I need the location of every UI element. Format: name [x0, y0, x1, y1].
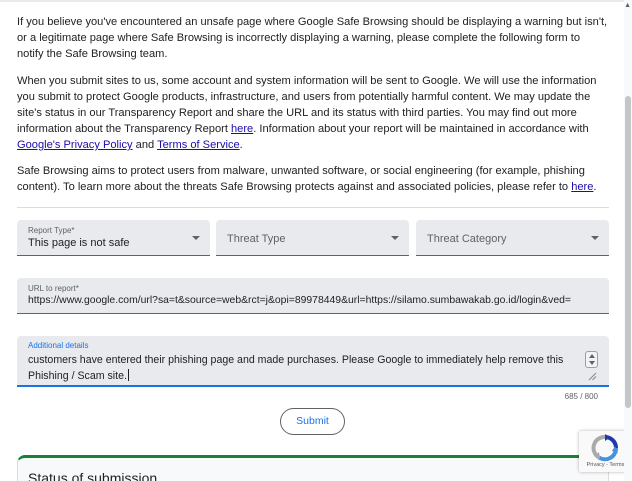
status-title: Status of submission	[28, 470, 158, 481]
textarea-scroll-spinner[interactable]	[585, 351, 598, 368]
threat-category-select[interactable]: Threat Category	[416, 220, 609, 256]
terms-of-service-link[interactable]: Terms of Service	[157, 139, 240, 151]
safe-browsing-report-page: If you believe you've encountered an uns…	[0, 0, 632, 481]
arrow-up-icon[interactable]	[589, 354, 595, 358]
transparency-report-link[interactable]: here	[231, 123, 253, 135]
page-scrollbar[interactable]: ▲	[624, 0, 632, 481]
arrow-down-icon[interactable]	[589, 361, 595, 365]
character-counter: 685 / 800	[564, 392, 598, 401]
additional-details-label: Additional details	[28, 341, 89, 350]
threat-type-placeholder: Threat Type	[227, 233, 286, 245]
section-divider	[17, 207, 609, 208]
submit-button[interactable]: Submit	[280, 408, 345, 435]
threat-type-select[interactable]: Threat Type	[216, 220, 409, 256]
paragraph-2-text-2: . Information about your report will be …	[253, 123, 589, 135]
report-type-select[interactable]: Report Type* This page is not safe	[17, 220, 210, 256]
report-type-value: This page is not safe	[28, 237, 130, 249]
recaptcha-icon	[591, 434, 618, 462]
additional-details-textarea[interactable]: customers have entered their phishing pa…	[28, 352, 580, 384]
scrollbar-thumb[interactable]	[625, 96, 631, 408]
additional-details-text: customers have entered their phishing pa…	[28, 354, 564, 382]
threat-category-placeholder: Threat Category	[427, 233, 507, 245]
scroll-up-icon[interactable]: ▲	[624, 2, 631, 10]
url-to-report-field[interactable]: URL to report* https://www.google.com/ur…	[17, 278, 609, 314]
intro-paragraph-3: Safe Browsing aims to protect users from…	[17, 163, 609, 195]
threats-policy-link[interactable]: here	[571, 181, 593, 193]
chevron-down-icon	[391, 236, 399, 240]
top-divider	[0, 0, 632, 2]
paragraph-3-text-1: Safe Browsing aims to protect users from…	[17, 165, 585, 193]
url-to-report-label: URL to report*	[28, 284, 79, 293]
report-type-label: Report Type*	[28, 226, 75, 235]
url-to-report-input[interactable]: https://www.google.com/url?sa=t&source=w…	[28, 295, 602, 306]
paragraph-2-text-4: .	[239, 139, 243, 151]
chevron-down-icon	[591, 236, 599, 240]
chevron-down-icon	[192, 236, 200, 240]
intro-paragraph-2: When you submit sites to us, some accoun…	[17, 73, 609, 153]
text-cursor	[127, 369, 129, 381]
paragraph-3-text-2: .	[593, 181, 597, 193]
intro-paragraph-1: If you believe you've encountered an uns…	[17, 16, 608, 60]
paragraph-2-text-3: and	[132, 139, 158, 151]
additional-details-field[interactable]: Additional details customers have entere…	[17, 336, 609, 387]
privacy-policy-link[interactable]: Google's Privacy Policy	[17, 139, 133, 151]
resize-handle-icon[interactable]	[588, 372, 597, 381]
status-card: Status of submission	[17, 455, 609, 481]
